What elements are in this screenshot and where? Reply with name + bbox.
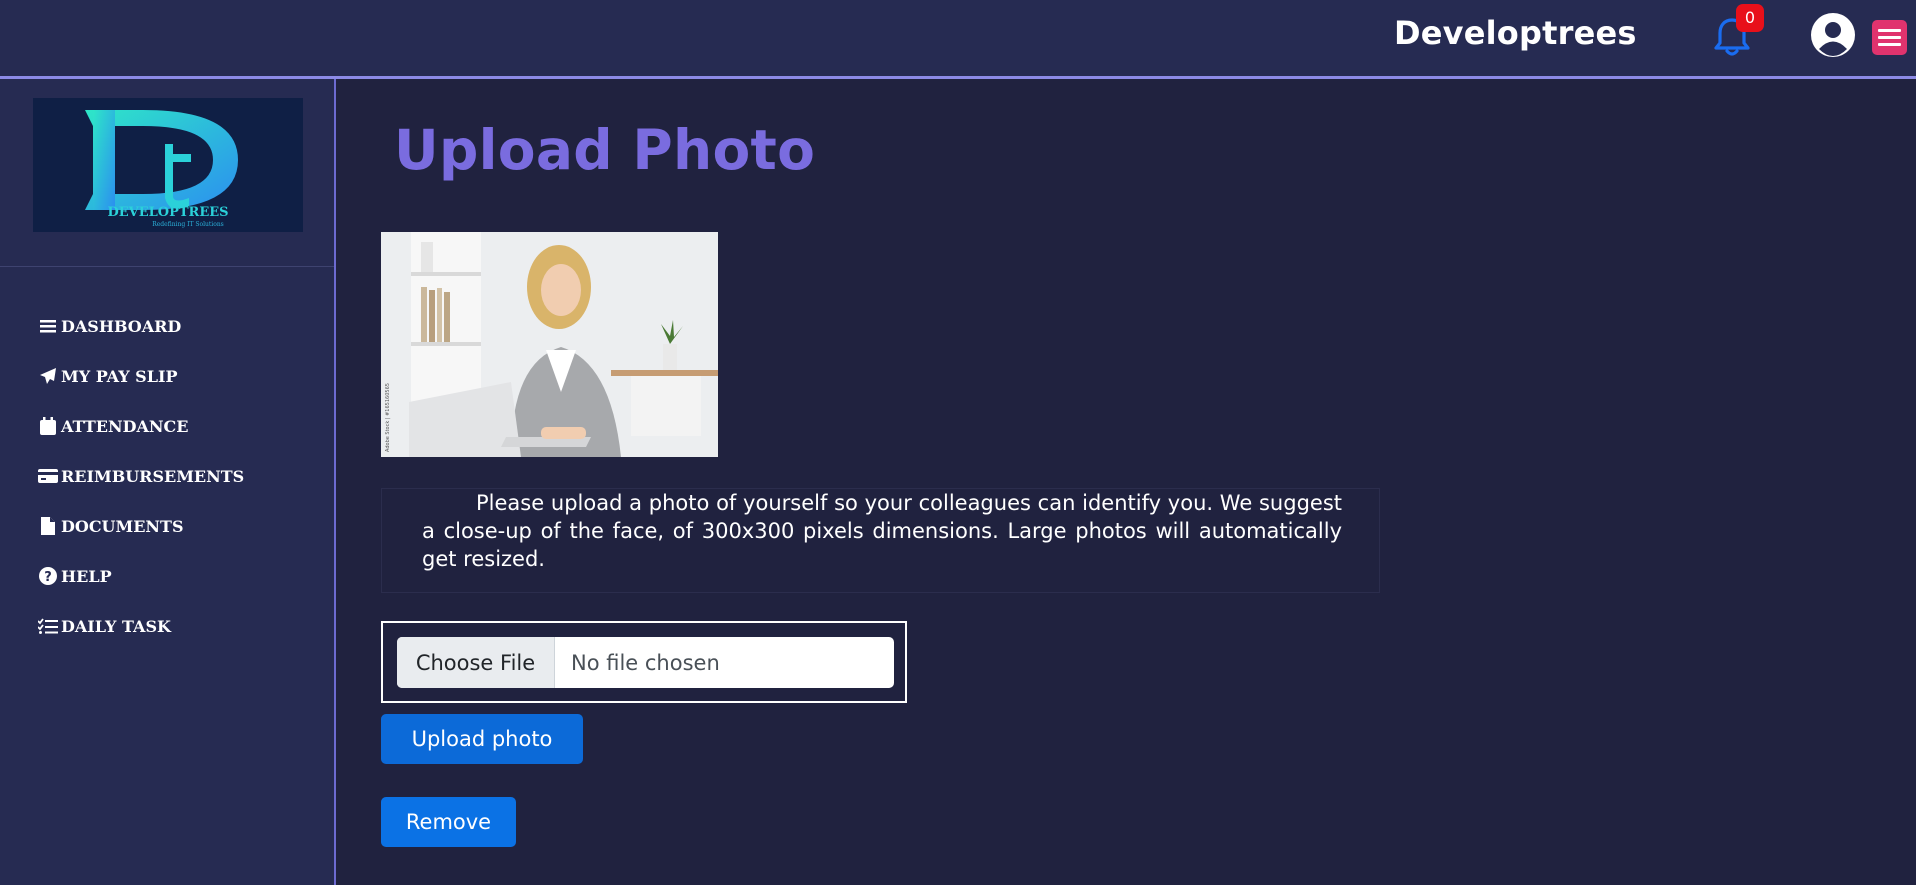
sidebar-item-label: MY PAY SLIP (61, 366, 178, 386)
sidebar-item-daily-task[interactable]: DAILY TASK (38, 601, 244, 651)
tasks-icon (38, 616, 58, 636)
sidebar-item-attendance[interactable]: ATTENDANCE (38, 401, 244, 451)
svg-text:?: ? (44, 570, 52, 585)
calendar-icon (38, 416, 58, 436)
upload-instructions-box: Please upload a photo of yourself so you… (381, 488, 1380, 593)
sidebar-divider (0, 266, 334, 267)
sidebar-item-help[interactable]: ? HELP (38, 551, 244, 601)
brand-title: Developtrees (1394, 14, 1637, 52)
paper-plane-icon (38, 366, 58, 386)
sidebar-nav: DASHBOARD MY PAY SLIP ATTENDANCE REIMBUR… (38, 301, 244, 651)
question-circle-icon: ? (38, 566, 58, 586)
file-input[interactable]: Choose File No file chosen (397, 637, 894, 688)
sidebar-item-label: DOCUMENTS (61, 516, 184, 536)
logo-text: DEVELOPTREES (107, 205, 228, 220)
svg-text:Redefining IT Solutions: Redefining IT Solutions (152, 221, 224, 228)
user-circle-icon[interactable] (1810, 12, 1856, 58)
upload-photo-button[interactable]: Upload photo (381, 714, 583, 764)
sidebar-item-label: REIMBURSEMENTS (61, 466, 245, 486)
choose-file-button[interactable]: Choose File (397, 637, 555, 688)
sidebar-item-label: HELP (61, 566, 112, 586)
notification-badge: 0 (1736, 4, 1764, 32)
sidebar-item-my-pay-slip[interactable]: MY PAY SLIP (38, 351, 244, 401)
photo-caption: Adobe Stock | #165160565 (385, 383, 391, 452)
sidebar: DEVELOPTREES Redefining IT Solutions DAS… (0, 79, 336, 885)
bars-icon (38, 316, 58, 336)
profile-photo: Adobe Stock | #165160565 (381, 232, 718, 457)
company-logo[interactable]: DEVELOPTREES Redefining IT Solutions (33, 98, 303, 232)
top-navbar: Developtrees 0 (0, 0, 1916, 79)
menu-icon[interactable] (1872, 20, 1907, 55)
credit-card-icon (38, 466, 58, 486)
sidebar-item-dashboard[interactable]: DASHBOARD (38, 301, 244, 351)
file-status: No file chosen (571, 650, 720, 675)
page-title: Upload Photo (394, 118, 816, 182)
svg-text:DEVELOPTREES: DEVELOPTREES (107, 205, 228, 220)
sidebar-item-label: DAILY TASK (61, 616, 171, 636)
upload-instructions: Please upload a photo of yourself so you… (422, 491, 1342, 571)
sidebar-item-label: ATTENDANCE (61, 416, 189, 436)
sidebar-item-documents[interactable]: DOCUMENTS (38, 501, 244, 551)
sidebar-item-reimbursements[interactable]: REIMBURSEMENTS (38, 451, 244, 501)
file-upload-frame: Choose File No file chosen (381, 621, 907, 703)
sidebar-item-label: DASHBOARD (61, 316, 182, 336)
remove-button[interactable]: Remove (381, 797, 516, 847)
file-icon (38, 516, 58, 536)
